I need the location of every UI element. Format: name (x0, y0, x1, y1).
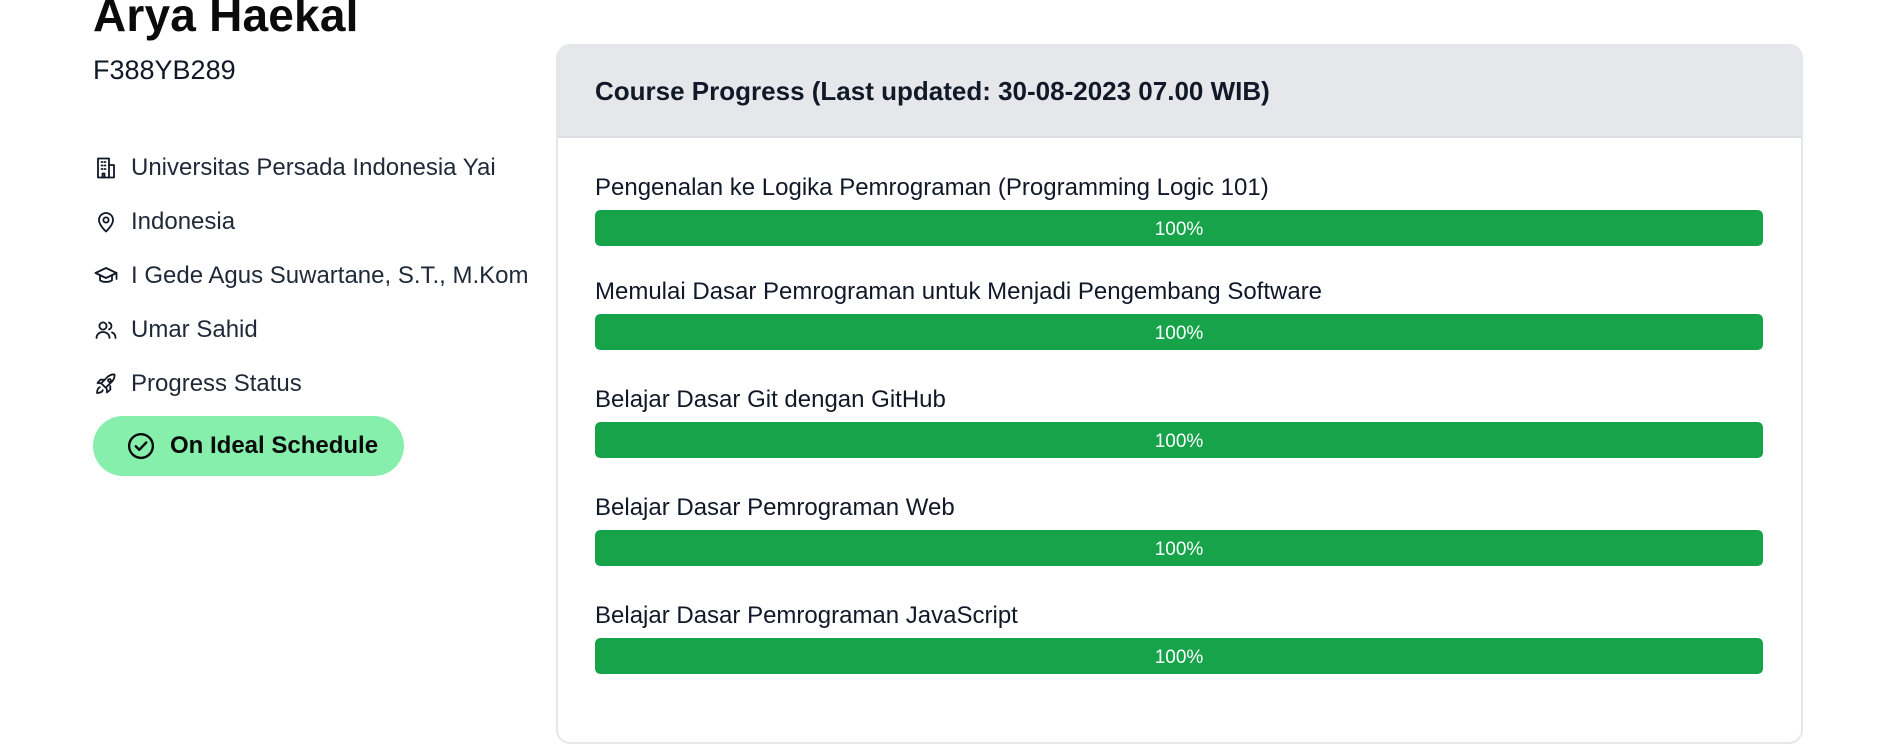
status-badge: On Ideal Schedule (93, 416, 404, 476)
lecturer-text: I Gede Agus Suwartane, S.T., M.Kom (131, 262, 529, 289)
rocket-icon (93, 371, 119, 397)
course-title: Belajar Dasar Git dengan GitHub (595, 386, 946, 413)
progress-bar-fill: 100% (595, 422, 1763, 458)
graduation-cap-icon (93, 263, 119, 289)
map-pin-icon (93, 209, 119, 235)
progress-bar: 100% (595, 314, 1763, 350)
university-text: Universitas Persada Indonesia Yai (131, 154, 496, 181)
progress-bar: 100% (595, 210, 1763, 246)
info-progress-status: Progress Status (93, 357, 529, 411)
progress-label: 100% (1154, 647, 1204, 668)
course-item: Pengenalan ke Logika Pemrograman (Progra… (595, 138, 1763, 246)
course-title: Memulai Dasar Pemrograman untuk Menjadi … (595, 278, 1323, 305)
info-lecturer: I Gede Agus Suwartane, S.T., M.Kom (93, 249, 529, 303)
progress-label: 100% (1154, 431, 1204, 452)
progress-label: 100% (1154, 323, 1204, 344)
progress-bar-fill: 100% (595, 210, 1763, 246)
users-icon (93, 317, 119, 343)
info-mentor: Umar Sahid (93, 303, 529, 357)
course-progress-card: Course Progress (Last updated: 30-08-202… (556, 44, 1803, 744)
course-item: Belajar Dasar Pemrograman JavaScript 100… (595, 570, 1763, 678)
course-progress-title: Course Progress (Last updated: 30-08-202… (595, 75, 1270, 106)
progress-bar-fill: 100% (595, 530, 1763, 566)
building-icon (93, 155, 119, 181)
course-item: Belajar Dasar Git dengan GitHub 100% (595, 354, 1763, 462)
progress-bar: 100% (595, 530, 1763, 566)
status-badge-label: On Ideal Schedule (170, 432, 379, 459)
progress-bar-fill: 100% (595, 638, 1763, 674)
course-progress-header: Course Progress (Last updated: 30-08-202… (558, 46, 1801, 138)
course-item: Belajar Dasar Pemrograman Web 100% (595, 462, 1763, 570)
course-title: Pengenalan ke Logika Pemrograman (Progra… (595, 174, 1269, 201)
progress-bar: 100% (595, 422, 1763, 458)
student-name: Arya Haekal (93, 0, 359, 41)
info-university: Universitas Persada Indonesia Yai (93, 141, 529, 195)
course-list: Pengenalan ke Logika Pemrograman (Progra… (558, 138, 1801, 678)
check-circle-icon (126, 431, 156, 461)
country-text: Indonesia (131, 208, 236, 235)
course-title: Belajar Dasar Pemrograman JavaScript (595, 602, 1018, 629)
info-country: Indonesia (93, 195, 529, 249)
mentor-text: Umar Sahid (131, 316, 258, 343)
student-id: F388YB289 (93, 55, 236, 85)
progress-bar: 100% (595, 638, 1763, 674)
progress-label: 100% (1154, 539, 1204, 560)
progress-status-label: Progress Status (131, 370, 302, 397)
progress-bar-fill: 100% (595, 314, 1763, 350)
profile-info-list: Universitas Persada Indonesia Yai Indone… (93, 141, 529, 411)
course-title: Belajar Dasar Pemrograman Web (595, 494, 955, 521)
course-item: Memulai Dasar Pemrograman untuk Menjadi … (595, 246, 1763, 354)
progress-label: 100% (1154, 219, 1204, 240)
